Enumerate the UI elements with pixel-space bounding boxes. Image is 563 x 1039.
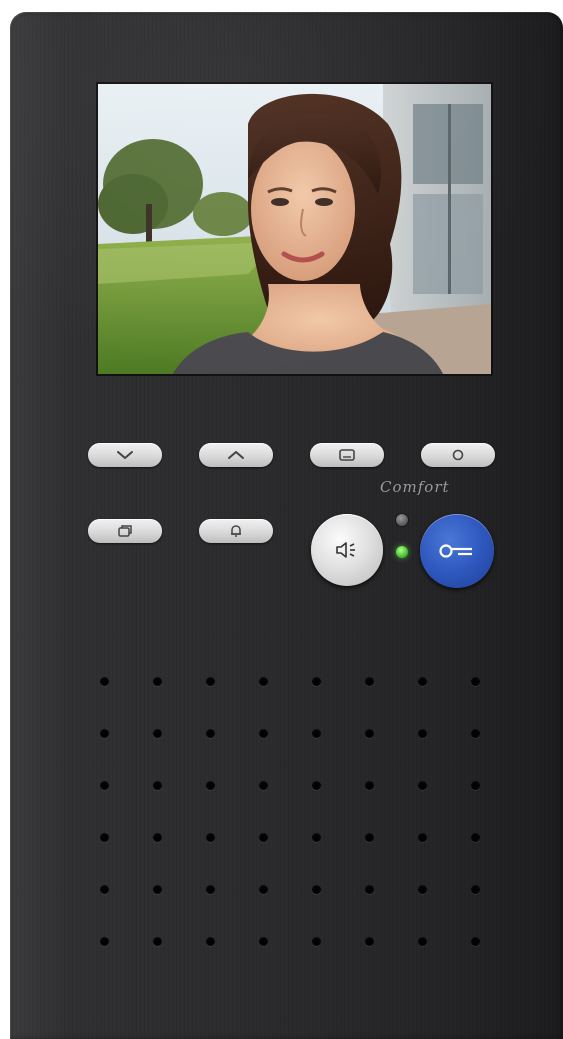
bell-icon xyxy=(231,525,241,537)
grille-hole xyxy=(153,781,162,790)
grille-hole xyxy=(206,833,215,842)
grille-hole xyxy=(259,729,268,738)
grille-hole xyxy=(206,937,215,946)
grille-hole xyxy=(418,729,427,738)
circle-icon xyxy=(452,449,464,461)
intercom-panel: Comfort xyxy=(10,12,563,1039)
active-led xyxy=(396,546,408,558)
door-open-button[interactable] xyxy=(420,514,494,588)
grille-hole xyxy=(471,677,480,686)
chevron-up-icon xyxy=(228,451,244,459)
grille-hole xyxy=(418,937,427,946)
grille-hole xyxy=(418,677,427,686)
grille-hole xyxy=(206,885,215,894)
grille-hole xyxy=(100,677,109,686)
grille-hole xyxy=(471,833,480,842)
grille-hole xyxy=(259,677,268,686)
message-icon xyxy=(339,449,355,461)
grille-hole xyxy=(259,937,268,946)
speaker-button[interactable] xyxy=(311,514,383,586)
scroll-up-button[interactable] xyxy=(199,443,273,467)
grille-hole xyxy=(100,781,109,790)
bell-button[interactable] xyxy=(199,519,273,543)
grille-hole xyxy=(153,885,162,894)
grille-hole xyxy=(312,885,321,894)
grille-hole xyxy=(153,729,162,738)
speaker-icon xyxy=(336,542,355,558)
grille-hole xyxy=(100,833,109,842)
power-button[interactable] xyxy=(421,443,495,467)
grille-hole xyxy=(312,677,321,686)
brand-logo: Comfort xyxy=(380,478,450,496)
grille-hole xyxy=(259,885,268,894)
status-led xyxy=(396,514,408,526)
grille-hole xyxy=(471,729,480,738)
visitor-video-image xyxy=(98,84,491,374)
grille-hole xyxy=(312,729,321,738)
grille-hole xyxy=(312,833,321,842)
chevron-down-icon xyxy=(117,451,133,459)
grille-hole xyxy=(365,677,374,686)
message-button[interactable] xyxy=(310,443,384,467)
grille-hole xyxy=(100,937,109,946)
grille-hole xyxy=(100,729,109,738)
grille-hole xyxy=(365,781,374,790)
scroll-down-button[interactable] xyxy=(88,443,162,467)
grille-hole xyxy=(418,833,427,842)
grille-hole xyxy=(365,833,374,842)
key-icon xyxy=(439,544,472,558)
grille-hole xyxy=(259,781,268,790)
grille-hole xyxy=(259,833,268,842)
grille-hole xyxy=(153,833,162,842)
speaker-grille xyxy=(100,677,480,957)
grille-hole xyxy=(365,729,374,738)
pages-icon xyxy=(118,525,132,537)
grille-hole xyxy=(153,937,162,946)
grille-hole xyxy=(206,729,215,738)
video-screen xyxy=(96,82,493,376)
grille-hole xyxy=(206,677,215,686)
grille-hole xyxy=(418,781,427,790)
grille-hole xyxy=(471,937,480,946)
pages-button[interactable] xyxy=(88,519,162,543)
grille-hole xyxy=(312,937,321,946)
grille-hole xyxy=(418,885,427,894)
grille-hole xyxy=(100,885,109,894)
grille-hole xyxy=(153,677,162,686)
grille-hole xyxy=(471,885,480,894)
grille-hole xyxy=(365,937,374,946)
grille-hole xyxy=(471,781,480,790)
grille-hole xyxy=(206,781,215,790)
grille-hole xyxy=(312,781,321,790)
grille-hole xyxy=(365,885,374,894)
